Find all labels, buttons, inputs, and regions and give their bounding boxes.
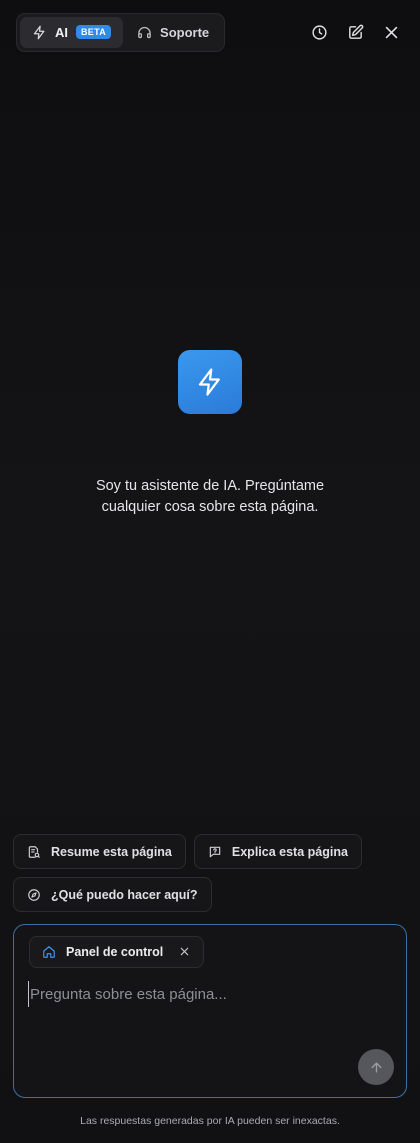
remove-context-button[interactable] — [179, 946, 191, 958]
headphones-icon — [138, 26, 151, 38]
beta-badge: BETA — [76, 25, 112, 39]
welcome-hero: Soy tu asistente de IA. Pregúntame cualq… — [0, 350, 420, 518]
suggestion-summarize[interactable]: Resume esta página — [13, 834, 186, 869]
new-chat-button[interactable] — [346, 23, 364, 41]
suggestion-explain[interactable]: Explica esta página — [193, 834, 362, 869]
document-search-icon — [28, 845, 40, 858]
suggestion-label: Resume esta página — [51, 844, 172, 859]
tab-ai[interactable]: AI BETA — [20, 16, 124, 48]
header-actions — [310, 23, 404, 41]
home-icon — [43, 946, 55, 958]
send-button[interactable] — [358, 1049, 394, 1085]
ai-assistant-panel: AI BETA Soporte Soy tu asistente de IA. … — [0, 0, 420, 1143]
edit-icon — [348, 24, 363, 39]
close-icon — [180, 947, 189, 956]
lightning-icon — [33, 25, 45, 39]
panel-header: AI BETA Soporte — [16, 12, 404, 52]
close-icon — [385, 26, 397, 38]
close-button[interactable] — [382, 23, 400, 41]
message-input[interactable] — [28, 981, 392, 1007]
compass-icon — [28, 888, 40, 901]
arrow-up-icon — [370, 1061, 382, 1073]
suggestion-label: Explica esta página — [231, 844, 348, 859]
tab-soporte[interactable]: Soporte — [125, 17, 221, 48]
tab-soporte-label: Soporte — [160, 24, 210, 40]
assistant-logo — [178, 350, 242, 414]
context-label: Panel de control — [66, 945, 164, 959]
lightning-icon — [198, 368, 220, 396]
suggestion-what-can-i-do[interactable]: ¿Qué puedo hacer aquí? — [13, 877, 212, 912]
question-bubble-icon — [209, 846, 221, 857]
message-composer: Panel de control — [13, 924, 407, 1098]
mode-tabs: AI BETA Soporte — [16, 12, 226, 52]
welcome-message: Soy tu asistente de IA. Pregúntame cualq… — [95, 478, 325, 515]
tab-ai-label: AI — [55, 24, 68, 40]
ai-disclaimer: Las respuestas generadas por IA pueden s… — [80, 1115, 340, 1127]
history-button[interactable] — [310, 23, 328, 41]
suggestion-label: ¿Qué puedo hacer aquí? — [51, 887, 198, 902]
page-context-chip: Panel de control — [29, 936, 205, 968]
history-icon — [311, 24, 327, 40]
suggestion-chips: Resume esta página Explica esta página ¿… — [13, 834, 407, 912]
